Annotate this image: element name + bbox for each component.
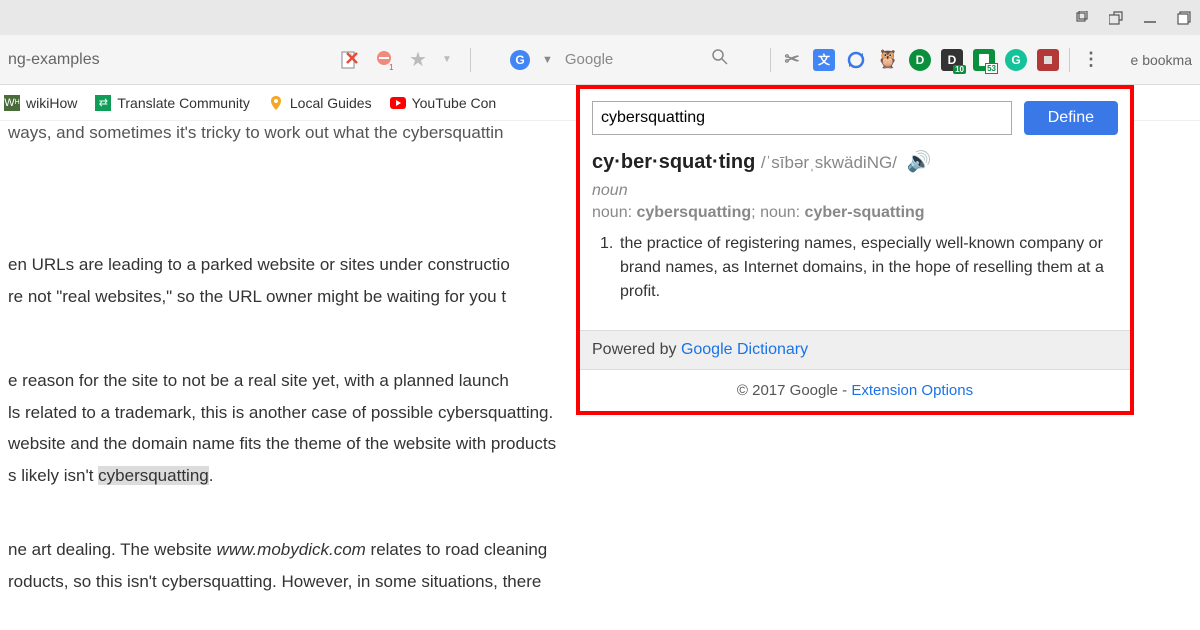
window-titlebar — [0, 0, 1200, 35]
owl-ext-icon[interactable]: 🦉 — [877, 49, 899, 71]
disconnect-ext-icon[interactable]: D — [909, 49, 931, 71]
word-forms: noun: cybersquatting; noun: cyber-squatt… — [592, 204, 1118, 222]
new-tab-icon[interactable] — [1108, 10, 1124, 26]
toolbar-separator — [470, 48, 471, 72]
page-blocked-icon[interactable] — [340, 50, 360, 70]
speaker-icon[interactable]: 🔊 — [907, 151, 932, 173]
italic-url: www.mobydick.com — [217, 540, 366, 559]
minimize-icon[interactable] — [1142, 10, 1158, 26]
sync-ext-icon[interactable] — [845, 49, 867, 71]
extension-separator-2 — [1069, 48, 1070, 72]
bookmark-label: Local Guides — [290, 95, 372, 111]
engine-dropdown-icon[interactable]: ▼ — [542, 54, 553, 66]
dictionary-headword: cy·ber·squat·ting /ˈsībərˌskwädiNG/ 🔊 — [592, 149, 1118, 174]
headword-text: cy·ber·squat·ting — [592, 151, 755, 173]
wikihow-favicon: WH — [4, 95, 20, 111]
google-engine-icon[interactable]: G — [510, 50, 530, 70]
dictionary-search-row: Define — [592, 101, 1118, 135]
bookmark-label: YouTube Con — [412, 95, 497, 111]
star-dropdown-icon[interactable]: ▼ — [442, 54, 452, 65]
youtube-favicon — [390, 95, 406, 111]
dictionary-input[interactable] — [592, 101, 1012, 135]
browser-toolbar: ng-examples 1 ★ ▼ G ▼ Google ✂ 文 🦉 D D10… — [0, 35, 1200, 85]
restore-down-icon[interactable] — [1074, 10, 1090, 26]
bookmark-overflow-hint: e bookma — [1131, 52, 1192, 68]
content-line: ne art dealing. The website www.mobydick… — [8, 536, 1192, 565]
search-area[interactable]: G ▼ Google — [510, 48, 729, 71]
content-line: website and the domain name fits the the… — [8, 430, 1192, 459]
translate-ext-icon[interactable]: 文 — [813, 49, 835, 71]
pronunciation-text: /ˈsībərˌskwädiNG/ — [761, 153, 897, 172]
url-action-icons: 1 ★ ▼ — [340, 48, 475, 72]
url-fragment[interactable]: ng-examples — [8, 51, 100, 69]
dictionary-copyright-footer: © 2017 Google - Extension Options — [580, 370, 1130, 411]
maximize-icon[interactable] — [1176, 10, 1192, 26]
bookmark-translate-community[interactable]: ⇄ Translate Community — [95, 95, 250, 111]
bookmark-local-guides[interactable]: Local Guides — [268, 95, 372, 111]
dictionary-popup: Define cy·ber·squat·ting /ˈsībərˌskwädiN… — [576, 85, 1134, 415]
google-dictionary-link[interactable]: Google Dictionary — [681, 341, 808, 358]
dictionary-powered-footer: Powered by Google Dictionary — [580, 330, 1130, 370]
bookmark-label: Translate Community — [117, 95, 250, 111]
d-badge-ext-icon[interactable]: D10 — [941, 49, 963, 71]
search-icon[interactable] — [711, 48, 729, 71]
localguides-favicon — [268, 95, 284, 111]
svg-text:1: 1 — [389, 63, 394, 70]
scissors-icon[interactable]: ✂ — [781, 49, 803, 71]
part-of-speech: noun — [592, 182, 1118, 200]
highlighted-term[interactable]: cybersquatting — [98, 466, 209, 485]
kebab-menu-icon[interactable]: ⋮ — [1080, 49, 1102, 71]
clipboard-ext-icon[interactable]: 53 — [973, 49, 995, 71]
content-line: s likely isn't cybersquatting. — [8, 462, 1192, 491]
search-placeholder: Google — [565, 51, 613, 68]
translate-favicon: ⇄ — [95, 95, 111, 111]
define-button[interactable]: Define — [1024, 101, 1118, 135]
bookmark-wikihow[interactable]: WH wikiHow — [4, 95, 77, 111]
extension-icons: ✂ 文 🦉 D D10 53 G ⋮ — [770, 48, 1102, 72]
definition-text: 1.the practice of registering names, esp… — [620, 232, 1118, 304]
content-line: roducts, so this isn't cybersquatting. H… — [8, 568, 1192, 597]
extension-separator — [770, 48, 771, 72]
star-bookmark-icon[interactable]: ★ — [408, 50, 428, 70]
dictionary-ext-icon[interactable] — [1037, 49, 1059, 71]
extension-options-link[interactable]: Extension Options — [851, 382, 973, 399]
grammarly-ext-icon[interactable]: G — [1005, 49, 1027, 71]
bookmark-label: wikiHow — [26, 95, 77, 111]
bookmark-youtube[interactable]: YouTube Con — [390, 95, 497, 111]
block-badge-icon[interactable]: 1 — [374, 50, 394, 70]
